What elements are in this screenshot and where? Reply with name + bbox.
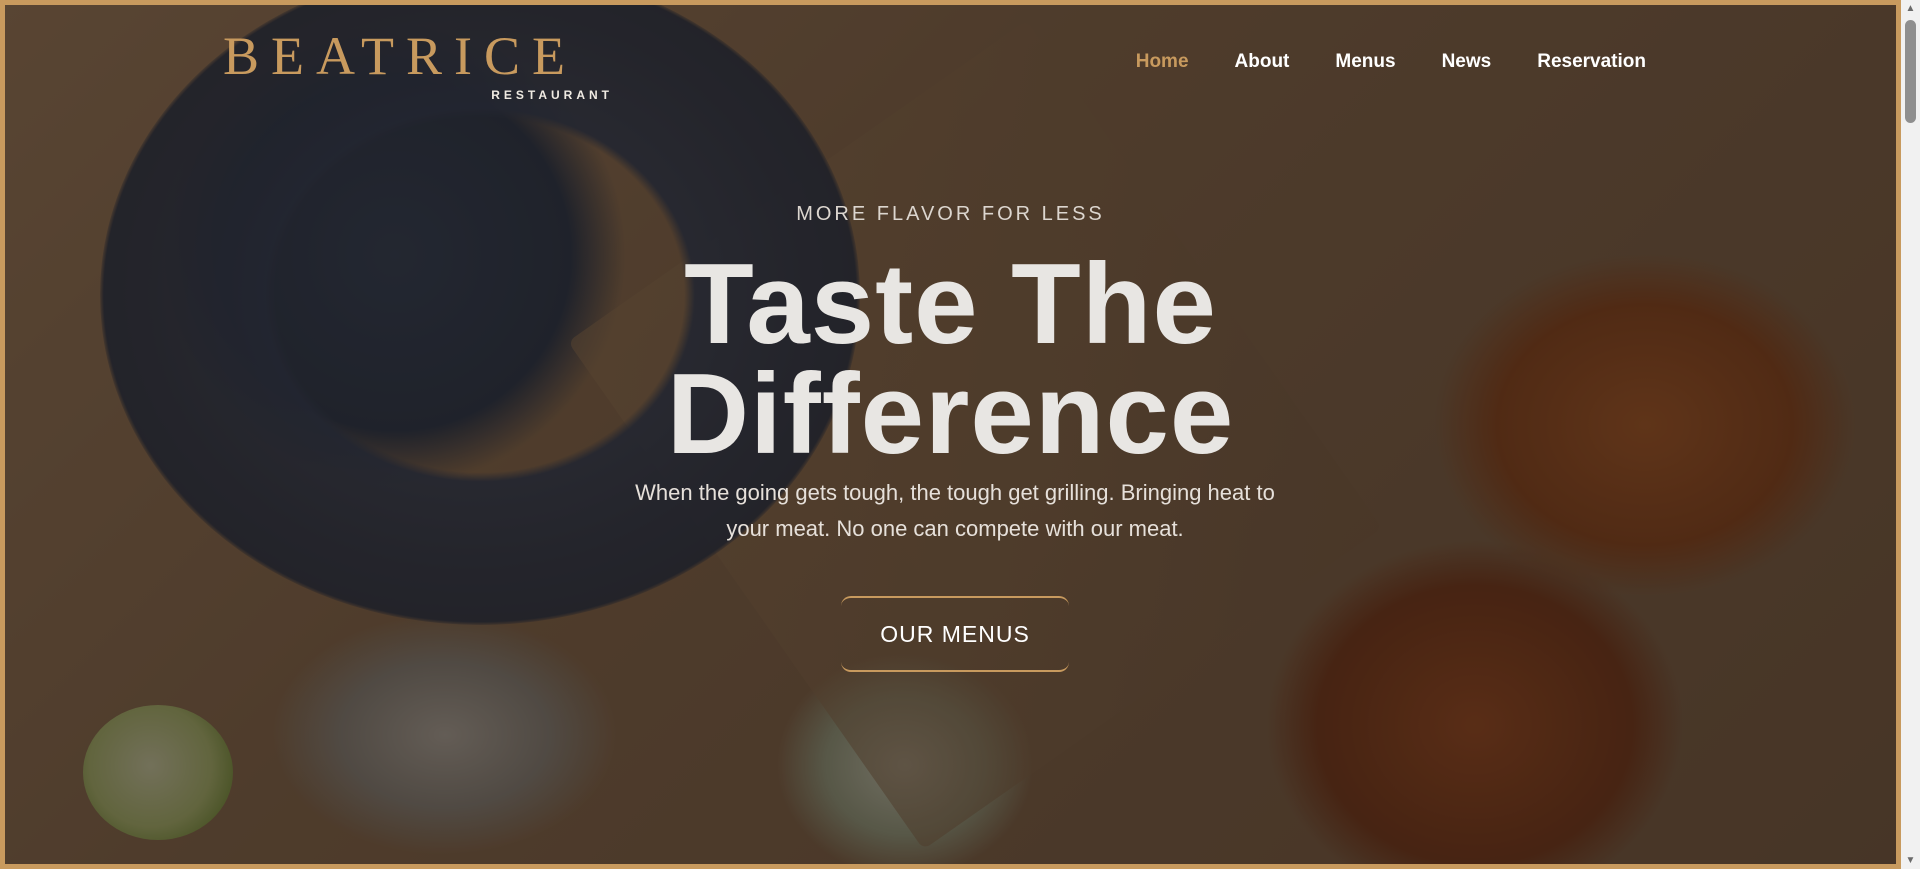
hero-subtext: When the going gets tough, the tough get… [635,480,1275,541]
page-viewport: BEATRICE RESTAURANT Home About Menus New… [0,0,1901,869]
page-scrollbar[interactable]: ▲ ▼ [1901,0,1920,869]
scroll-thumb[interactable] [1905,20,1916,123]
hero-section: MORE FLAVOR FOR LESS Taste The Differenc… [5,5,1896,864]
scroll-down-arrow-icon[interactable]: ▼ [1901,852,1920,869]
our-menus-button[interactable]: OUR MENUS [841,596,1069,672]
scroll-up-arrow-icon[interactable]: ▲ [1901,0,1920,17]
hero-headline-line1: Taste The [684,241,1217,368]
hero-headline-line2: Difference [666,351,1235,478]
hero-headline: Taste The Difference [5,241,1896,478]
hero-eyebrow: MORE FLAVOR FOR LESS [796,203,1105,225]
